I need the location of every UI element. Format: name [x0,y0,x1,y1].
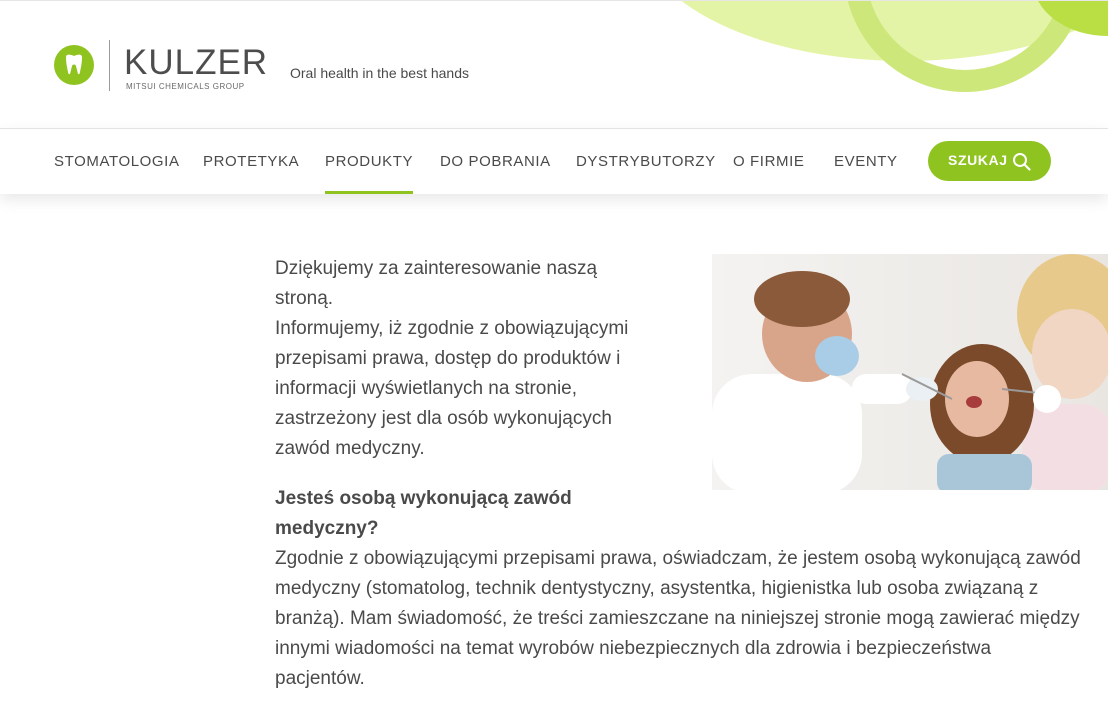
main-navigation: STOMATOLOGIA PROTETYKA PRODUKTY DO POBRA… [0,128,1108,194]
logo-divider [109,40,110,91]
intro-line: Informujemy, iż zgodnie z obowiązującymi [275,318,629,339]
nav-item-do-pobrania[interactable]: DO POBRANIA [440,153,551,170]
question-line: medyczny? [275,518,379,539]
intro-line: Dziękujemy za zainteresowanie naszą [275,258,598,279]
intro-line: przepisami prawa, dostęp do produktów i [275,348,621,369]
brand-logo-mark[interactable] [54,45,94,85]
brand-subtitle: MITSUI CHEMICALS GROUP [126,82,245,91]
intro-line: zastrzeżony jest dla osób wykonujących [275,408,612,429]
nav-item-stomatologia[interactable]: STOMATOLOGIA [54,153,180,170]
intro-paragraph: Dziękujemy za zainteresowanie naszą stro… [275,254,670,464]
brand-tagline: Oral health in the best hands [290,65,470,81]
declaration-line: innymi wiadomości na temat wyrobów niebe… [275,638,992,659]
nav-item-dystrybutorzy[interactable]: DYSTRYBUTORZY [576,153,716,170]
question-line: Jesteś osobą wykonującą zawód [275,488,572,509]
search-button[interactable]: SZUKAJ [928,141,1051,181]
nav-item-o-firmie[interactable]: O FIRMIE [733,153,804,170]
intro-line: stroną. [275,288,334,309]
dentist-illustration [712,254,1108,490]
nav-item-eventy[interactable]: EVENTY [834,153,898,170]
intro-line: zawód medyczny. [275,438,425,459]
declaration-line: pacjentów. [275,668,365,689]
declaration-line: medyczny (stomatolog, technik dentystycz… [275,578,1039,599]
site-header: KULZER MITSUI CHEMICALS GROUP Oral healt… [0,0,1108,128]
nav-item-protetyka[interactable]: PROTETYKA [203,153,299,170]
dentist-photo [712,254,1108,490]
brand-name[interactable]: KULZER [124,45,268,80]
intro-text: Dziękujemy za zainteresowanie naszą stro… [275,254,670,464]
search-icon [1013,153,1031,171]
search-button-label: SZUKAJ [948,152,1008,168]
professional-question: Jesteś osobą wykonującą zawód medyczny? [275,484,595,544]
declaration-paragraph: Zgodnie z obowiązującymi przepisami praw… [275,544,1108,694]
declaration-line: Zgodnie z obowiązującymi przepisami praw… [275,548,1081,569]
nav-item-produkty[interactable]: PRODUKTY [325,153,414,194]
tooth-icon [66,54,82,75]
intro-line: informacji wyświetlanych na stronie, [275,378,578,399]
declaration-line: branżą). Mam świadomość, że treści zamie… [275,608,1080,629]
